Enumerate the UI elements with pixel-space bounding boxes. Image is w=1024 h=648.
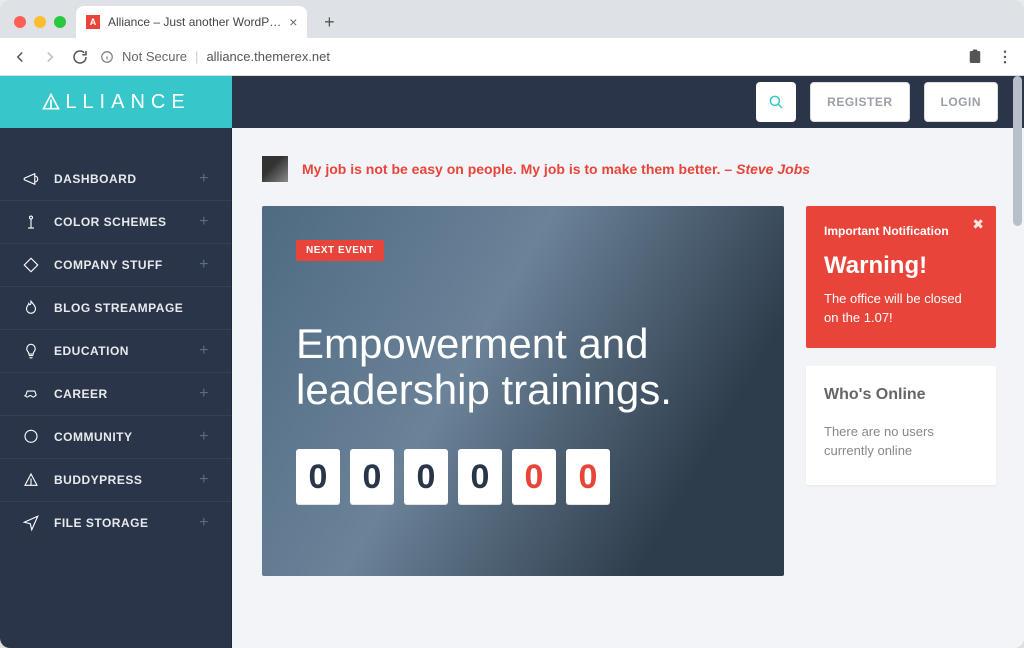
quote-text: My job is not be easy on people. My job … (302, 161, 721, 177)
sidebar-item-community[interactable]: COMMUNITY + (0, 415, 231, 458)
notification-body: The office will be closed on the 1.07! (824, 290, 978, 328)
new-tab-button[interactable]: + (315, 8, 343, 36)
sidebar-nav: DASHBOARD + COLOR SCHEMES + COMPANY STUF… (0, 128, 232, 648)
scrollbar-track[interactable] (1012, 76, 1022, 648)
assignment-icon[interactable] (966, 48, 984, 66)
hero-card: NEXT EVENT Empowerment and leadership tr… (262, 206, 784, 576)
quote-row: My job is not be easy on people. My job … (262, 156, 996, 182)
card-body: There are no users currently online (824, 422, 978, 461)
sidebar-item-education[interactable]: EDUCATION + (0, 329, 231, 372)
window-controls (10, 16, 76, 38)
notification-title: Warning! (824, 252, 978, 280)
bulb-icon (22, 342, 40, 360)
tab-title: Alliance – Just another WordP… (108, 15, 281, 29)
window-minimize-icon[interactable] (34, 16, 46, 28)
sidebar-item-label: EDUCATION (54, 344, 129, 358)
reload-button[interactable] (70, 47, 90, 67)
expand-icon: + (199, 428, 209, 446)
palette-icon (22, 213, 40, 231)
toolbar-extensions (966, 48, 1014, 66)
sidebar-item-label: BUDDYPRESS (54, 473, 142, 487)
tab-close-icon[interactable]: × (289, 14, 297, 30)
forward-button[interactable] (40, 47, 60, 67)
expand-icon: + (199, 471, 209, 489)
whos-online-card: Who's Online There are no users currentl… (806, 366, 996, 485)
tag-icon (22, 256, 40, 274)
countdown-digit: 0 (296, 449, 340, 505)
sidebar-item-color-schemes[interactable]: COLOR SCHEMES + (0, 200, 231, 243)
window-maximize-icon[interactable] (54, 16, 66, 28)
info-icon (100, 50, 114, 64)
sidebar-item-label: FILE STORAGE (54, 516, 148, 530)
sidebar-item-label: COMPANY STUFF (54, 258, 163, 272)
quote-separator: – (724, 161, 736, 177)
countdown-digit: 0 (566, 449, 610, 505)
countdown-digit: 0 (512, 449, 556, 505)
expand-icon: + (199, 514, 209, 532)
expand-icon: + (199, 385, 209, 403)
sidebar-item-blog-streampage[interactable]: BLOG STREAMPAGE (0, 286, 231, 329)
site-header: LLIANCE REGISTER LOGIN (0, 76, 1024, 128)
megaphone-icon (22, 170, 40, 188)
sidebar-item-career[interactable]: CAREER + (0, 372, 231, 415)
site-logo[interactable]: LLIANCE (0, 76, 232, 128)
scrollbar-thumb[interactable] (1013, 76, 1022, 226)
card-title: Who's Online (824, 386, 978, 404)
expand-icon: + (199, 170, 209, 188)
chat-icon (22, 428, 40, 446)
notification-card: ✖ Important Notification Warning! The of… (806, 206, 996, 348)
close-icon[interactable]: ✖ (972, 216, 984, 233)
countdown: 0 0 0 0 0 0 (296, 449, 750, 505)
search-button[interactable] (756, 82, 796, 122)
countdown-digit: 0 (458, 449, 502, 505)
hero-title: Empowerment and leadership trainings. (296, 321, 750, 413)
expand-icon: + (199, 256, 209, 274)
sidebar-item-label: BLOG STREAMPAGE (54, 301, 183, 315)
expand-icon: + (199, 342, 209, 360)
search-icon (767, 93, 785, 111)
sidebar-item-label: COLOR SCHEMES (54, 215, 167, 229)
address-bar[interactable]: Not Secure | alliance.themerex.net (100, 49, 956, 64)
kebab-menu-icon[interactable] (996, 48, 1014, 66)
sidebar-item-file-storage[interactable]: FILE STORAGE + (0, 501, 231, 544)
sidebar-item-buddypress[interactable]: BUDDYPRESS + (0, 458, 231, 501)
sidebar-item-label: CAREER (54, 387, 108, 401)
url-text: alliance.themerex.net (206, 49, 330, 64)
flame-icon (22, 299, 40, 317)
sidebar-item-label: DASHBOARD (54, 172, 137, 186)
brand-text: LLIANCE (65, 91, 190, 114)
countdown-digit: 0 (404, 449, 448, 505)
triangle-icon (22, 471, 40, 489)
register-button[interactable]: REGISTER (810, 82, 909, 122)
logo-mark-icon (41, 92, 61, 112)
sidebar-item-dashboard[interactable]: DASHBOARD + (0, 158, 231, 200)
paper-plane-icon (22, 514, 40, 532)
sidebar-item-label: COMMUNITY (54, 430, 133, 444)
expand-icon: + (199, 213, 209, 231)
quote-author: Steve Jobs (736, 161, 810, 177)
boat-icon (22, 385, 40, 403)
countdown-digit: 0 (350, 449, 394, 505)
browser-tab[interactable]: A Alliance – Just another WordP… × (76, 6, 307, 38)
next-event-badge[interactable]: NEXT EVENT (296, 240, 384, 261)
browser-toolbar: Not Secure | alliance.themerex.net (0, 38, 1024, 76)
browser-tab-strip: A Alliance – Just another WordP… × + (0, 0, 1024, 38)
window-close-icon[interactable] (14, 16, 26, 28)
login-button[interactable]: LOGIN (924, 82, 999, 122)
security-label: Not Secure (122, 49, 187, 64)
notification-label: Important Notification (824, 224, 978, 238)
main-content: My job is not be easy on people. My job … (232, 128, 1024, 648)
quote-avatar (262, 156, 288, 182)
back-button[interactable] (10, 47, 30, 67)
sidebar-item-company-stuff[interactable]: COMPANY STUFF + (0, 243, 231, 286)
favicon-icon: A (86, 15, 100, 29)
